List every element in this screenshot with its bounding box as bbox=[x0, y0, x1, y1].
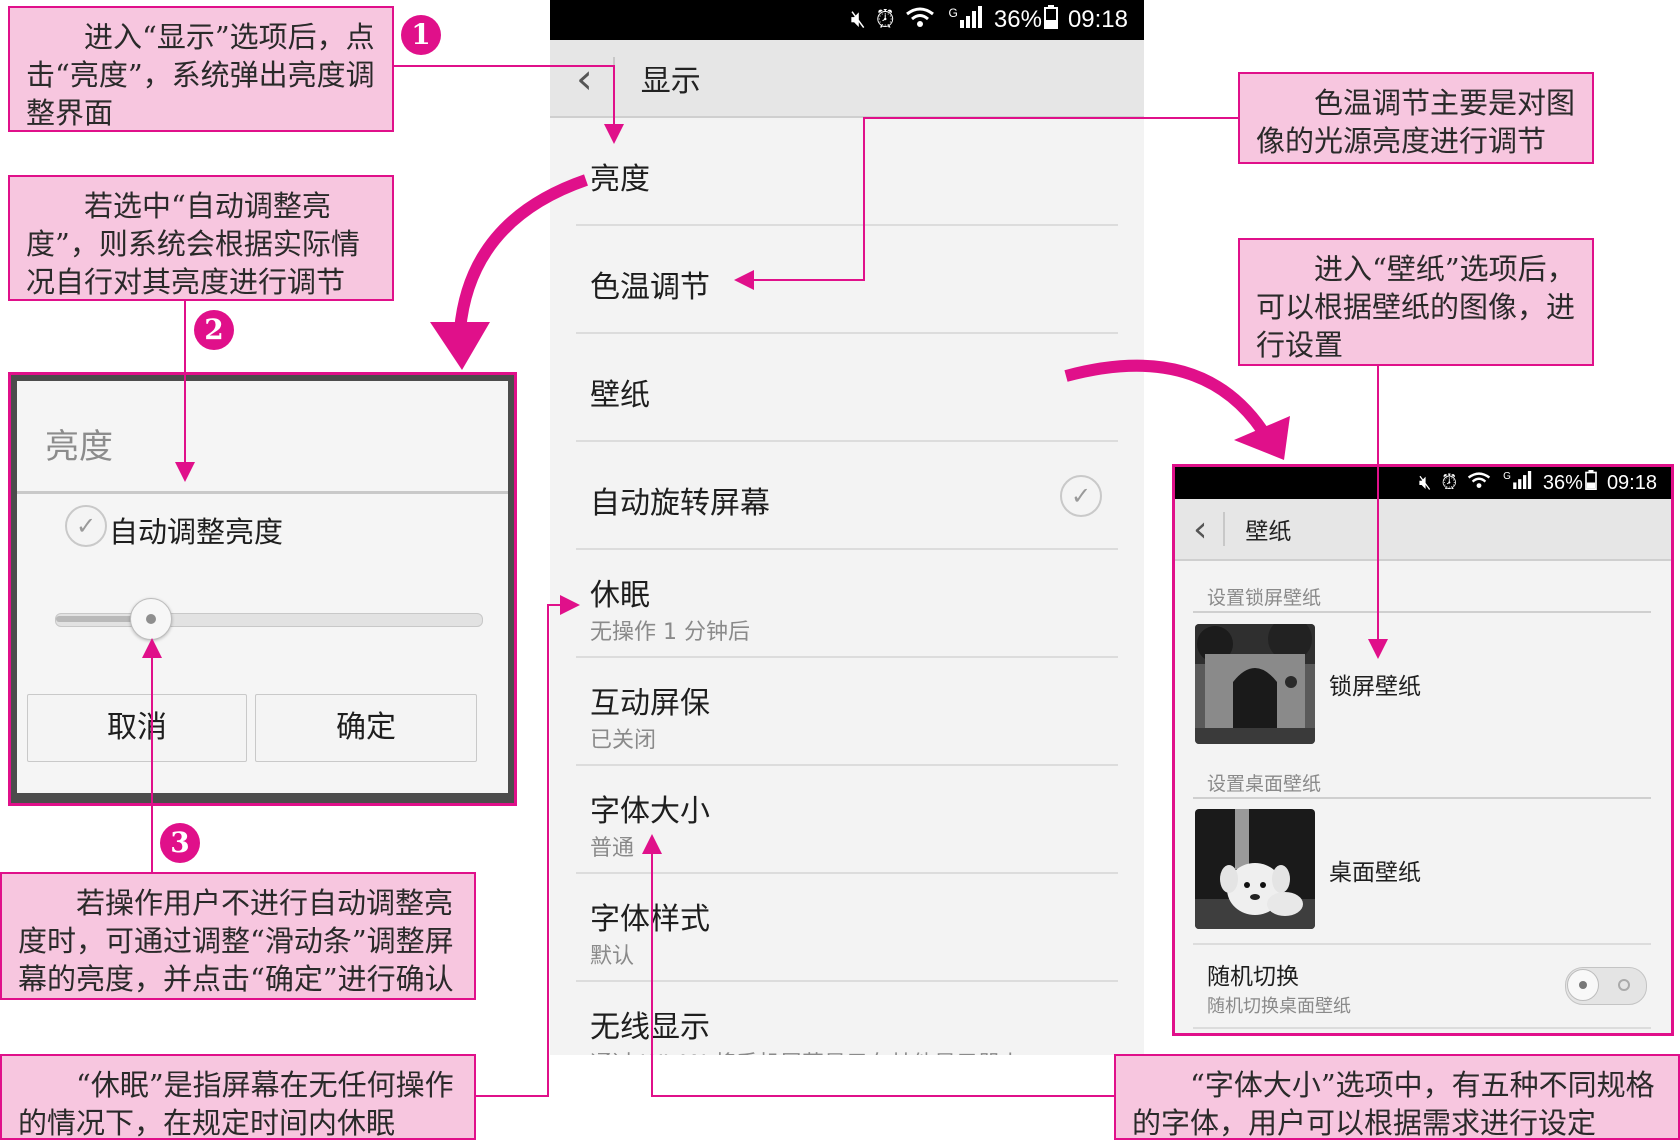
wallpaper-screen: 🔇︎ ⏰︎ G 36% 09:18 ‹ 壁纸 设置锁屏壁纸 锁屏壁纸 设置桌面壁… bbox=[1172, 464, 1674, 1036]
item-title: 无线显示 bbox=[590, 1010, 710, 1045]
item-subtitle: 普通 bbox=[590, 836, 635, 861]
item-title: 壁纸 bbox=[590, 378, 650, 413]
item-title: 自动旋转屏幕 bbox=[590, 486, 770, 521]
callout-color-temperature: 色温调节主要是对图像的光源亮度进行调节 bbox=[1238, 72, 1594, 164]
mute-icon: 🔇︎ bbox=[1418, 471, 1432, 494]
item-title: 亮度 bbox=[590, 162, 650, 197]
settings-item-screensaver[interactable]: 互动屏保 已关闭 bbox=[576, 658, 1118, 766]
dialog-divider bbox=[17, 491, 508, 494]
toggle-knob bbox=[1567, 969, 1599, 1001]
brightness-slider-track[interactable] bbox=[55, 598, 483, 640]
battery-icon bbox=[1043, 4, 1058, 36]
callout-brightness-entry: 进入“显示”选项后，点击“亮度”，系统弹出亮度调整界面 bbox=[8, 6, 394, 132]
random-switch-subtitle: 随机切换桌面壁纸 bbox=[1207, 996, 1351, 1017]
alarm-icon: ⏰︎ bbox=[1441, 471, 1458, 494]
battery-icon bbox=[1585, 470, 1597, 496]
lock-wallpaper-label: 锁屏壁纸 bbox=[1329, 674, 1421, 700]
battery-percent: 36% bbox=[1542, 471, 1583, 494]
network-type: G bbox=[1503, 471, 1511, 482]
toggle-off-indicator bbox=[1618, 979, 1630, 991]
clock-time: 09:18 bbox=[1606, 471, 1657, 494]
auto-rotate-checkbox[interactable]: ✓ bbox=[1060, 475, 1102, 517]
random-switch-title: 随机切换 bbox=[1207, 964, 1299, 990]
status-bar: 🔇︎ ⏰︎ G 36% 09:18 bbox=[550, 0, 1144, 40]
cancel-button[interactable]: 取消 bbox=[27, 694, 247, 762]
brightness-slider-thumb[interactable] bbox=[129, 598, 172, 640]
item-subtitle: 通过 WLAN 将手机屏幕显示在其他显示器上 bbox=[590, 1046, 1022, 1055]
dialog-panel: 亮度 ✓ 自动调整亮度 取消 确定 bbox=[17, 381, 508, 793]
item-title: 字体样式 bbox=[590, 902, 710, 937]
page-title: 壁纸 bbox=[1245, 519, 1292, 545]
back-icon[interactable]: ‹ bbox=[576, 54, 593, 103]
divider bbox=[1223, 512, 1226, 546]
step-badge-3: 3 bbox=[160, 823, 200, 863]
clock-time: 09:18 bbox=[1067, 6, 1128, 33]
slider-thumb-dot bbox=[145, 614, 156, 624]
settings-item-font-style[interactable]: 字体样式 默认 bbox=[576, 874, 1118, 982]
step-badge-1: 1 bbox=[401, 15, 441, 55]
item-title: 色温调节 bbox=[590, 270, 710, 305]
item-subtitle: 默认 bbox=[590, 944, 635, 969]
callout-auto-brightness: 若选中“自动调整亮度”，则系统会根据实际情况自行对其亮度进行调节 bbox=[8, 175, 394, 301]
lock-wallpaper-thumbnail[interactable] bbox=[1195, 624, 1315, 744]
status-bar: 🔇︎ ⏰︎ G 36% 09:18 bbox=[1175, 467, 1671, 499]
item-title: 字体大小 bbox=[590, 794, 710, 829]
settings-item-auto-rotate[interactable]: 自动旋转屏幕 ✓ bbox=[576, 442, 1118, 550]
item-title: 互动屏保 bbox=[590, 686, 710, 721]
item-title: 休眠 bbox=[590, 578, 650, 613]
mute-icon: 🔇︎ bbox=[850, 6, 866, 33]
settings-item-brightness[interactable]: 亮度 bbox=[576, 118, 1118, 226]
lock-section-header: 设置锁屏壁纸 bbox=[1207, 587, 1322, 609]
section-divider bbox=[1193, 797, 1651, 799]
confirm-button[interactable]: 确定 bbox=[255, 694, 477, 762]
section-divider bbox=[1193, 1027, 1651, 1029]
display-settings-screen: 🔇︎ ⏰︎ G 36% 09:18 ‹ 显示 亮度 色温调节 壁纸 自动旋转屏幕… bbox=[550, 0, 1144, 1055]
alarm-icon: ⏰︎ bbox=[875, 6, 895, 33]
item-subtitle: 已关闭 bbox=[590, 728, 657, 753]
signal-icon bbox=[959, 5, 984, 35]
section-divider bbox=[1193, 611, 1651, 613]
section-divider bbox=[1193, 943, 1651, 945]
home-wallpaper-thumbnail[interactable] bbox=[1195, 809, 1315, 929]
callout-font-size: “字体大小”选项中，有五种不同规格的字体，用户可以根据需求进行设定 bbox=[1114, 1054, 1680, 1140]
action-bar: ‹ 显示 bbox=[550, 40, 1144, 118]
home-section-header: 设置桌面壁纸 bbox=[1207, 773, 1322, 795]
divider bbox=[612, 57, 615, 99]
dialog-title: 亮度 bbox=[45, 427, 113, 467]
page-title: 显示 bbox=[640, 64, 701, 99]
home-wallpaper-label: 桌面壁纸 bbox=[1329, 860, 1421, 886]
item-subtitle: 无操作 1 分钟后 bbox=[590, 620, 750, 645]
callout-wallpaper: 进入“壁纸”选项后，可以根据壁纸的图像，进行设置 bbox=[1238, 238, 1594, 366]
back-icon[interactable]: ‹ bbox=[1193, 509, 1207, 550]
settings-item-wallpaper[interactable]: 壁纸 bbox=[576, 334, 1118, 442]
settings-item-font-size[interactable]: 字体大小 普通 bbox=[576, 766, 1118, 874]
callout-sleep: “休眠”是指屏幕在无任何操作的情况下，在规定时间内休眠 bbox=[0, 1054, 476, 1140]
action-bar: ‹ 壁纸 bbox=[1175, 499, 1671, 561]
auto-brightness-label: 自动调整亮度 bbox=[109, 515, 284, 549]
wifi-icon bbox=[1467, 471, 1491, 495]
wifi-icon bbox=[905, 6, 935, 35]
step-badge-2: 2 bbox=[194, 310, 234, 350]
random-switch-toggle[interactable] bbox=[1565, 967, 1647, 1005]
toggle-knob-dot bbox=[1579, 981, 1587, 989]
auto-brightness-checkbox[interactable]: ✓ bbox=[65, 505, 107, 547]
battery-percent: 36% bbox=[993, 6, 1042, 33]
callout-slider: 若操作用户不进行自动调整亮度时，可通过调整“滑动条”调整屏幕的亮度，并点击“确定… bbox=[0, 872, 476, 1000]
network-type: G bbox=[948, 6, 958, 20]
settings-item-color-temperature[interactable]: 色温调节 bbox=[576, 226, 1118, 334]
brightness-dialog: 亮度 ✓ 自动调整亮度 取消 确定 bbox=[8, 372, 517, 806]
signal-icon bbox=[1513, 471, 1533, 495]
settings-item-wireless-display[interactable]: 无线显示 通过 WLAN 将手机屏幕显示在其他显示器上 bbox=[576, 982, 1118, 1055]
settings-item-sleep[interactable]: 休眠 无操作 1 分钟后 bbox=[576, 550, 1118, 658]
